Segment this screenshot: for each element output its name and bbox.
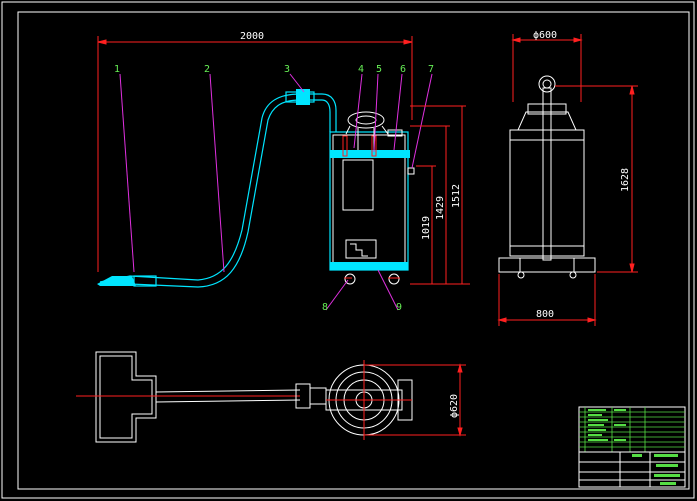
drawing-canvas: 1 2 3 4 5 6 7 8 9 2000 1512 1429 1019 ϕ6… bbox=[1, 1, 695, 499]
dim-1429-label: 1429 bbox=[435, 196, 446, 220]
svg-text:1512: 1512 bbox=[451, 184, 462, 208]
side-view: ϕ600 1628 800 bbox=[497, 30, 638, 326]
balloon-9: 9 bbox=[396, 302, 402, 313]
dim-2000-label: 2000 bbox=[240, 31, 264, 42]
plan-nozzle bbox=[95, 351, 157, 443]
title-block bbox=[578, 406, 686, 488]
balloon-8: 8 bbox=[322, 302, 328, 313]
svg-text:1429: 1429 bbox=[435, 196, 446, 220]
dim-diameter-600: ϕ600 bbox=[533, 30, 557, 41]
svg-text:ϕ620: ϕ620 bbox=[449, 394, 460, 418]
plan-view: ϕ620 bbox=[76, 351, 466, 443]
dim-1512-label: 1512 bbox=[451, 184, 462, 208]
filter-bag bbox=[342, 159, 374, 211]
side-handle-knob bbox=[538, 75, 556, 93]
svg-text:1628: 1628 bbox=[620, 168, 631, 192]
outer-border bbox=[1, 1, 695, 499]
svg-text:1019: 1019 bbox=[421, 216, 432, 240]
front-section-view: 1 2 3 4 5 6 7 8 9 2000 1512 1429 1019 bbox=[97, 31, 470, 313]
balloon-2: 2 bbox=[204, 64, 210, 75]
dim-diameter-620: ϕ620 bbox=[449, 394, 460, 418]
dim-800-label: 800 bbox=[536, 309, 554, 320]
balloon-4: 4 bbox=[358, 64, 364, 75]
dim-1019-label: 1019 bbox=[421, 216, 432, 240]
balloon-1: 1 bbox=[114, 64, 120, 75]
balloon-3: 3 bbox=[284, 64, 290, 75]
dim-1628-label: 1628 bbox=[620, 168, 631, 192]
balloon-7: 7 bbox=[428, 64, 434, 75]
side-tank bbox=[509, 129, 585, 257]
lid-handle bbox=[347, 111, 385, 129]
balloon-6: 6 bbox=[400, 64, 406, 75]
motor-unit bbox=[345, 239, 377, 259]
balloon-5: 5 bbox=[376, 64, 382, 75]
